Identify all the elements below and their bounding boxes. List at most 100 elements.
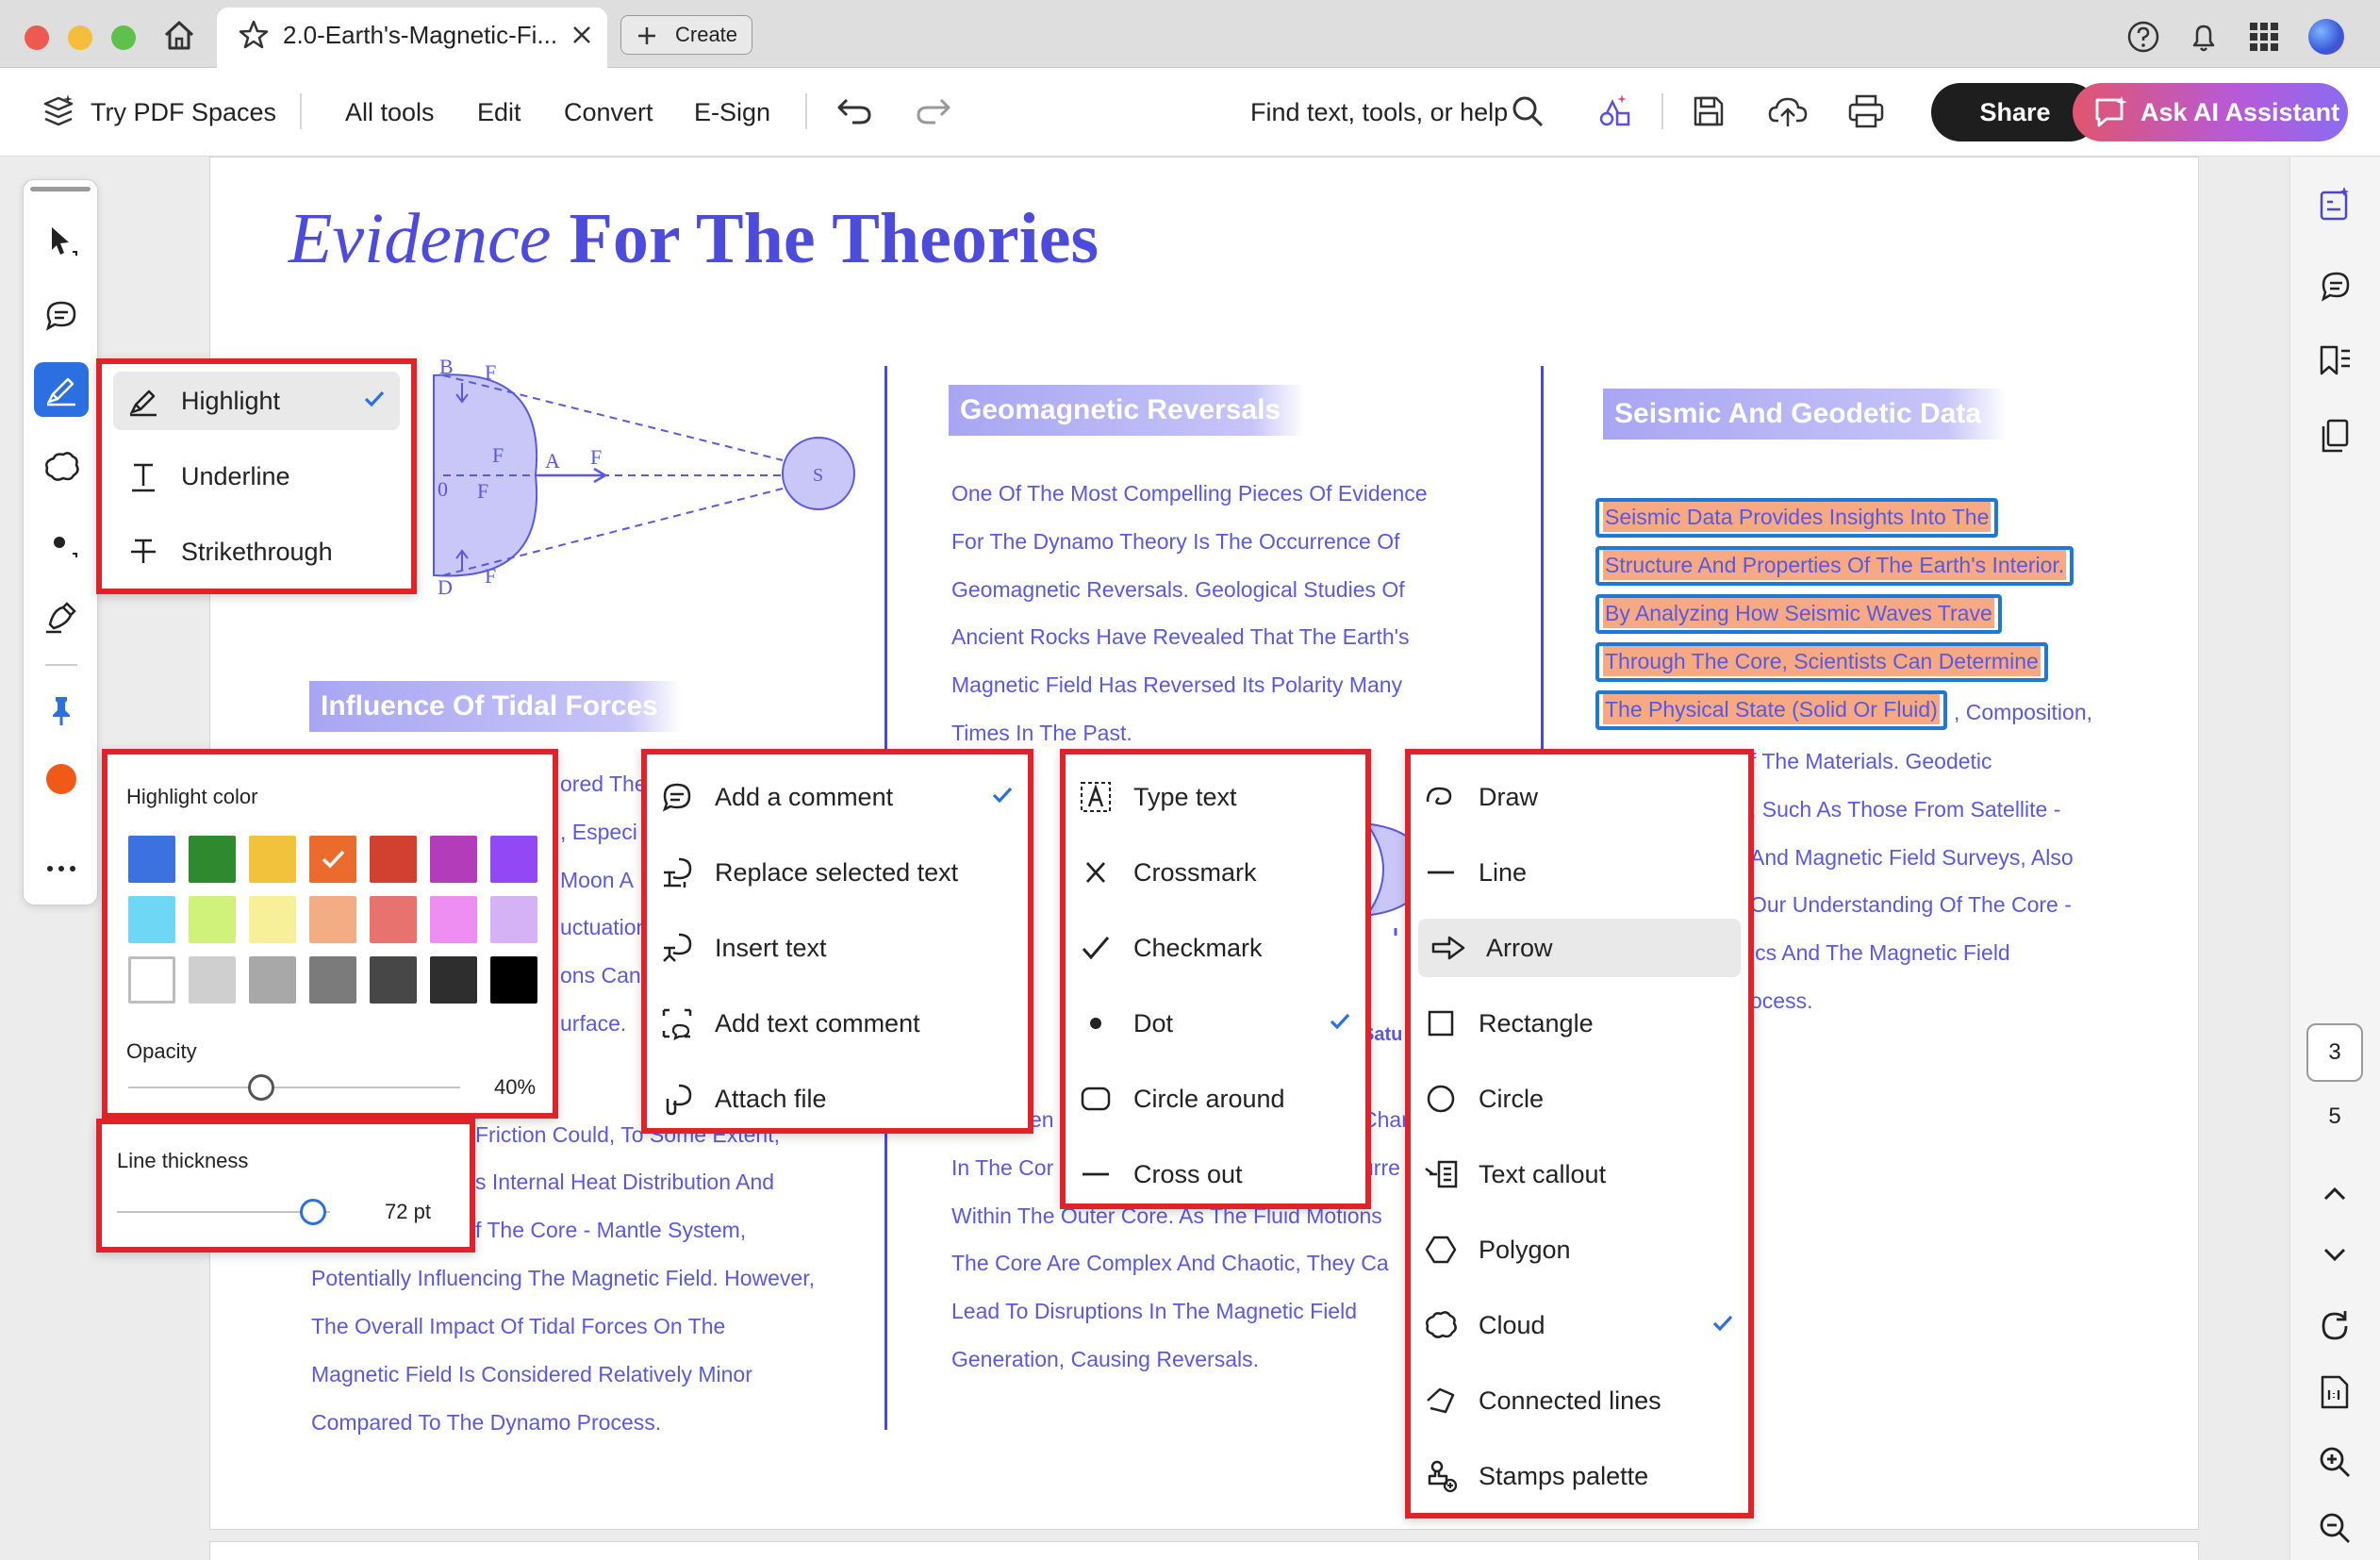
close-window-button[interactable] [25,25,49,50]
color-swatch[interactable] [189,956,236,1004]
esign-menu[interactable]: E-Sign [694,98,770,127]
undo-icon[interactable] [835,94,873,128]
menu-item-attach-file[interactable]: Attach file [647,1070,1028,1128]
search-field[interactable]: Find text, tools, or help [1250,98,1508,127]
shapes-tool-button[interactable] [34,440,89,494]
menu-item-add-comment[interactable]: Add a comment [647,768,1028,826]
highlighted-text[interactable]: The Physical State (Solid Or Fluid) [1595,690,1947,730]
color-swatch[interactable] [490,896,537,943]
pdf-spaces-icon[interactable] [38,91,79,132]
color-swatch[interactable] [490,956,537,1004]
menu-item-dot[interactable]: Dot [1066,994,1365,1053]
menu-item-connected-lines[interactable]: Connected lines [1411,1371,1748,1430]
menu-item-draw[interactable]: Draw [1411,768,1748,826]
thickness-slider-track[interactable] [117,1211,330,1213]
color-swatch[interactable] [430,836,477,883]
menu-item-polygon[interactable]: Polygon [1411,1220,1748,1279]
print-icon[interactable] [1846,92,1886,130]
color-swatch[interactable] [309,956,356,1004]
opacity-slider-track[interactable] [128,1087,460,1088]
edit-menu[interactable]: Edit [477,98,521,127]
color-swatch[interactable] [309,836,356,883]
menu-item-cross-out[interactable]: Cross out [1066,1145,1365,1203]
highlighted-text[interactable]: By Analyzing How Seismic Waves Trave [1595,594,2002,634]
menu-item-circle-around[interactable]: Circle around [1066,1070,1365,1128]
zoom-window-button[interactable] [111,25,136,50]
sign-tool-button[interactable] [34,590,89,645]
comments-panel-icon[interactable] [2306,258,2363,315]
menu-item-checkmark[interactable]: Checkmark [1066,919,1365,977]
pdf-next-page[interactable] [209,1541,2199,1560]
menu-item-type-text[interactable]: Type text [1066,768,1365,826]
pages-icon[interactable] [2306,407,2363,464]
current-page-field[interactable]: 3 [2306,1023,2363,1082]
color-swatch[interactable] [189,836,236,883]
thickness-slider-knob[interactable] [299,1199,326,1225]
menu-item-highlight[interactable]: Highlight [113,372,400,430]
organize-icon[interactable] [2306,175,2363,232]
menu-item-crossmark[interactable]: Crossmark [1066,843,1365,902]
fit-page-icon[interactable] [2306,1364,2363,1420]
comment-tool-button[interactable] [34,289,89,343]
star-icon[interactable] [238,19,270,51]
all-tools-menu[interactable]: All tools [345,98,435,127]
color-swatch[interactable] [370,956,417,1004]
menu-item-add-text-comment[interactable]: Add text comment [647,994,1028,1053]
previous-page-icon[interactable] [2306,1166,2363,1222]
highlighted-text[interactable]: Through The Core, Scientists Can Determi… [1595,642,2048,682]
convert-menu[interactable]: Convert [564,98,653,127]
menu-item-insert-text[interactable]: Insert text [647,919,1028,977]
rotate-icon[interactable] [2306,1298,2363,1354]
opacity-slider-knob[interactable] [247,1074,274,1101]
color-swatch[interactable] [430,896,477,943]
apps-grid-icon[interactable] [2248,21,2280,53]
color-swatch[interactable] [249,956,296,1004]
help-icon[interactable] [2125,19,2161,55]
save-icon[interactable] [1690,92,1727,130]
menu-item-line[interactable]: Line [1411,843,1748,902]
color-swatch[interactable] [249,836,296,883]
color-swatch[interactable] [128,956,175,1004]
avatar[interactable] [2308,19,2344,55]
rail-drag-handle[interactable] [30,187,91,191]
text-marks-tool-button[interactable] [34,515,89,570]
upload-cloud-icon[interactable] [1767,91,1809,132]
color-swatch[interactable] [490,836,537,883]
color-swatch[interactable] [430,956,477,1004]
highlighted-text[interactable]: Structure And Properties Of The Earth's … [1595,546,2074,586]
color-swatch[interactable] [249,896,296,943]
redo-icon[interactable] [915,94,952,128]
menu-item-strikethrough[interactable]: Strikethrough [113,523,400,581]
home-icon[interactable] [160,17,198,55]
menu-item-cloud[interactable]: Cloud [1411,1296,1748,1354]
color-swatch[interactable] [309,896,356,943]
menu-item-text-callout[interactable]: Text callout [1411,1145,1748,1203]
menu-item-arrow[interactable]: Arrow [1418,919,1741,977]
pin-icon[interactable] [34,683,89,738]
highlight-tool-button[interactable] [34,362,89,417]
highlighted-text[interactable]: Seismic Data Provides Insights Into The [1595,498,1999,538]
menu-item-rectangle[interactable]: Rectangle [1411,994,1748,1053]
menu-item-underline[interactable]: Underline [113,447,400,506]
color-swatch[interactable] [189,896,236,943]
more-tools-icon[interactable] [34,841,89,896]
notifications-bell-icon[interactable] [2186,19,2222,55]
zoom-in-icon[interactable] [2306,1434,2363,1490]
close-tab-icon[interactable] [570,23,594,47]
color-picker-swatch[interactable] [46,764,76,794]
minimize-window-button[interactable] [68,25,92,50]
menu-item-replace-text[interactable]: Replace selected text [647,843,1028,902]
color-swatch[interactable] [370,836,417,883]
color-swatch[interactable] [128,836,175,883]
bookmarks-icon[interactable] [2306,332,2363,389]
menu-item-stamps-palette[interactable]: Stamps palette [1411,1447,1748,1505]
zoom-out-icon[interactable] [2306,1500,2363,1556]
ai-tools-icon[interactable] [1594,91,1635,132]
color-swatch[interactable] [370,896,417,943]
search-icon[interactable] [1511,94,1545,128]
next-page-icon[interactable] [2306,1226,2363,1283]
color-swatch[interactable] [128,896,175,943]
select-tool-button[interactable] [34,213,89,268]
menu-item-circle[interactable]: Circle [1411,1070,1748,1128]
try-pdf-spaces-button[interactable]: Try PDF Spaces [91,98,276,127]
